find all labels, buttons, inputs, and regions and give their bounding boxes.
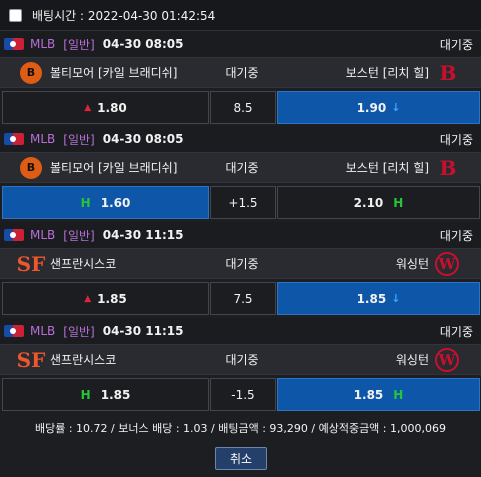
nationals-logo-icon: W [435,347,459,372]
teams-row: SF 샌프란시스코 대기중 워싱턴 W [0,248,481,279]
odds-row: ▲ 1.80 8.5 1.90 ↓ [0,91,481,124]
mid-status: 대기중 [225,66,259,80]
game-status: 대기중 [439,37,473,52]
mlb-icon [4,38,24,50]
mlb-icon [4,325,24,337]
league-label: MLB [30,324,56,338]
game-type: [일반] [63,324,95,339]
odds-down-icon: ↓ [391,292,401,305]
bet-time-label: 배팅시간 : 2022-04-30 01:42:54 [32,8,216,23]
teams-row: B 볼티모어 [카일 브래디쉬] 대기중 보스턴 [리치 힐] B [0,57,481,88]
away-team: 워싱턴 [395,257,429,271]
odds-row: H 1.60 +1.5 2.10 H [0,186,481,219]
game-status: 대기중 [439,324,473,339]
home-odds-button[interactable]: ▲ 1.80 [2,91,209,124]
game-meta: MLB [일반] 04-30 11:15 대기중 [0,222,481,248]
home-team: 볼티모어 [카일 브래디쉬] [50,66,178,80]
league-label: MLB [30,132,56,146]
home-team: 샌프란시스코 [50,257,117,271]
game-meta: MLB [일반] 04-30 08:05 대기중 [0,126,481,152]
cancel-button[interactable]: 취소 [215,447,267,470]
game-card: MLB [일반] 04-30 08:05 대기중 B 볼티모어 [카일 브래디쉬]… [0,31,481,126]
select-checkbox[interactable] [9,8,22,22]
bet-time-header: 배팅시간 : 2022-04-30 01:42:54 [0,0,481,31]
mid-status: 대기중 [225,353,259,367]
bet-summary: 배당률 : 10.72 / 보너스 배당 : 1.03 / 배팅금액 : 93,… [34,422,446,435]
game-time: 04-30 11:15 [102,324,184,338]
game-type: [일반] [63,132,95,147]
redsox-logo-icon: B [439,155,457,180]
mid-status: 대기중 [225,257,259,271]
handicap-line-button[interactable]: -1.5 [210,378,276,411]
home-odds-button[interactable]: H 1.85 [2,378,209,411]
league-label: MLB [30,37,56,51]
away-odds-button[interactable]: 2.10 H [277,186,480,219]
game-meta: MLB [일반] 04-30 11:15 대기중 [0,318,481,344]
game-status: 대기중 [439,228,473,243]
handicap-icon: H [393,387,404,402]
game-card: MLB [일반] 04-30 11:15 대기중 SF 샌프란시스코 대기중 워싱… [0,318,481,413]
handicap-icon: H [393,195,404,210]
away-odds-button[interactable]: 1.85 ↓ [277,282,480,315]
game-time: 04-30 08:05 [102,132,184,146]
game-meta: MLB [일반] 04-30 08:05 대기중 [0,31,481,57]
away-team: 보스턴 [리치 힐] [345,161,429,175]
odds-row: ▲ 1.85 7.5 1.85 ↓ [0,282,481,315]
game-type: [일반] [63,37,95,52]
home-odds-button[interactable]: H 1.60 [2,186,209,219]
line-odds-button[interactable]: 8.5 [210,91,276,124]
mlb-icon [4,229,24,241]
handicap-icon: H [80,387,91,402]
giants-logo-icon: SF [16,251,46,276]
odds-down-icon: ↓ [391,101,401,114]
nationals-logo-icon: W [435,251,459,276]
game-card: MLB [일반] 04-30 08:05 대기중 B 볼티모어 [카일 브래디쉬]… [0,126,481,221]
game-card: MLB [일반] 04-30 11:15 대기중 SF 샌프란시스코 대기중 워싱… [0,222,481,317]
mid-status: 대기중 [225,161,259,175]
orioles-logo-icon: B [20,61,42,84]
handicap-line-button[interactable]: +1.5 [210,186,276,219]
orioles-logo-icon: B [20,156,42,179]
game-type: [일반] [63,228,95,243]
home-team: 볼티모어 [카일 브래디쉬] [50,161,178,175]
home-odds-button[interactable]: ▲ 1.85 [2,282,209,315]
game-time: 04-30 11:15 [102,228,184,242]
teams-row: SF 샌프란시스코 대기중 워싱턴 W [0,344,481,375]
game-status: 대기중 [439,132,473,147]
odds-up-icon: ▲ [84,102,92,113]
teams-row: B 볼티모어 [카일 브래디쉬] 대기중 보스턴 [리치 힐] B [0,152,481,183]
away-team: 워싱턴 [395,353,429,367]
league-label: MLB [30,228,56,242]
mlb-icon [4,133,24,145]
away-odds-button[interactable]: 1.85 H [277,378,480,411]
handicap-icon: H [80,195,91,210]
redsox-logo-icon: B [439,60,457,85]
giants-logo-icon: SF [16,347,46,372]
away-odds-button[interactable]: 1.90 ↓ [277,91,480,124]
odds-up-icon: ▲ [84,293,92,304]
line-odds-button[interactable]: 7.5 [210,282,276,315]
odds-row: H 1.85 -1.5 1.85 H [0,378,481,411]
game-time: 04-30 08:05 [102,37,184,51]
away-team: 보스턴 [리치 힐] [345,66,429,80]
home-team: 샌프란시스코 [50,353,117,367]
